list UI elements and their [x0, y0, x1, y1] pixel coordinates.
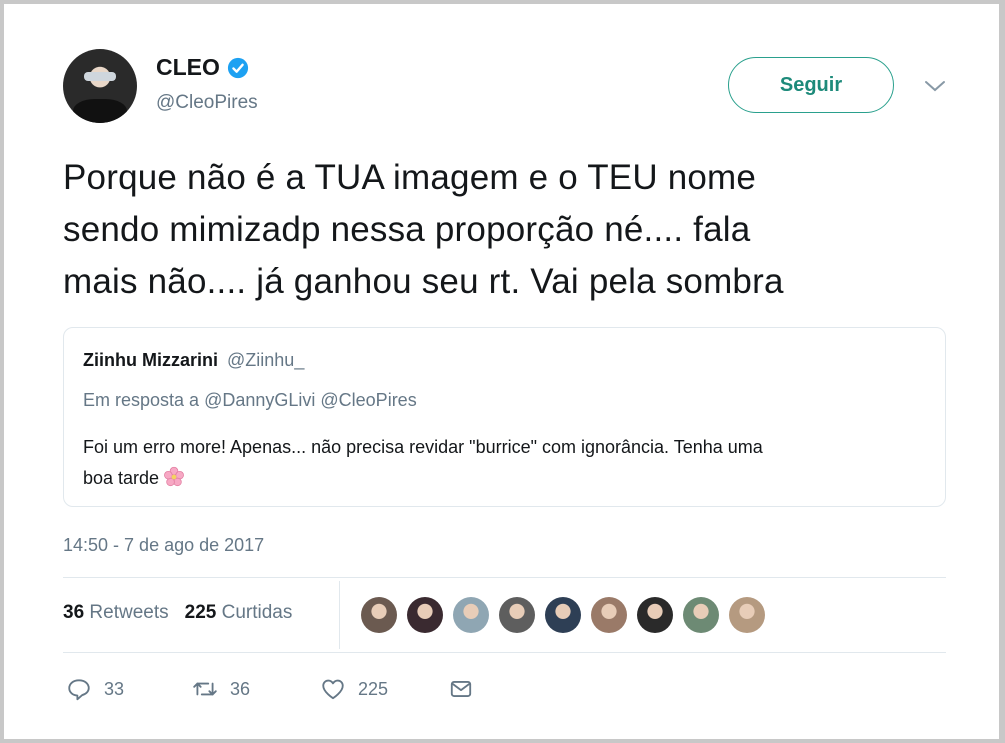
- retweets-label: Retweets: [89, 602, 169, 623]
- author-handle[interactable]: @CleoPires: [156, 92, 258, 114]
- stats-divider: [339, 581, 340, 649]
- liker-avatar[interactable]: [545, 597, 581, 633]
- quoted-author-name: Ziinhu Mizzarini: [83, 350, 218, 370]
- quoted-text-line-2: boa tarde: [83, 463, 933, 494]
- liker-avatar[interactable]: [637, 597, 673, 633]
- reply-button[interactable]: 33: [66, 676, 192, 702]
- quoted-text-line: Foi um erro more! Apenas... não precisa …: [83, 437, 763, 457]
- author-avatar[interactable]: [63, 49, 137, 123]
- liker-avatars: [361, 597, 765, 633]
- tweet-text-line: sendo mimizadp nessa proporção né.... fa…: [63, 210, 751, 249]
- quoted-text-line: boa tarde: [83, 468, 160, 488]
- quoted-tweet[interactable]: Ziinhu Mizzarini @Ziinhu_ Em resposta a …: [63, 327, 946, 507]
- liker-avatar[interactable]: [499, 597, 535, 633]
- tweet-card: CLEO @CleoPires Seguir Porque não é a TU…: [4, 4, 999, 739]
- direct-message-button[interactable]: [448, 676, 474, 702]
- retweet-button[interactable]: 36: [192, 676, 320, 702]
- likes-label: Curtidas: [221, 602, 293, 623]
- author-name[interactable]: CLEO: [156, 54, 220, 81]
- quoted-text: Foi um erro more! Apenas... não precisa …: [83, 432, 933, 494]
- reply-count: 33: [104, 678, 125, 699]
- like-button[interactable]: 225: [320, 676, 448, 702]
- retweet-icon: [193, 682, 217, 696]
- liker-avatar[interactable]: [453, 597, 489, 633]
- tweet-text: Porque não é a TUA imagem e o TEU nome s…: [63, 152, 943, 308]
- retweets-stat[interactable]: 36 Retweets: [63, 602, 169, 623]
- reply-icon: [68, 679, 90, 701]
- tweet-timestamp[interactable]: 14:50 - 7 de ago de 2017: [63, 535, 264, 556]
- avatar-sunglasses: [84, 72, 116, 81]
- tweet-actions: 33 36 225: [66, 676, 474, 702]
- quoted-author-handle: @Ziinhu_: [227, 350, 305, 370]
- engagement-stats: 36 Retweets 225 Curtidas: [63, 602, 292, 624]
- divider: [63, 652, 946, 653]
- verified-icon: [227, 57, 248, 78]
- quoted-reply-context: Em resposta a @DannyGLivi @CleoPires: [83, 390, 417, 411]
- tweet-text-line: mais não.... já ganhou seu rt. Vai pela …: [63, 262, 784, 301]
- retweets-count: 36: [63, 602, 85, 623]
- likes-count: 225: [184, 602, 217, 623]
- heart-icon: [322, 679, 344, 700]
- liker-avatar[interactable]: [591, 597, 627, 633]
- avatar-body: [73, 99, 127, 123]
- like-count: 225: [358, 678, 389, 699]
- divider: [63, 577, 946, 578]
- liker-avatar[interactable]: [361, 597, 397, 633]
- envelope-icon: [450, 681, 472, 697]
- cherry-blossom-icon: [164, 466, 184, 487]
- quoted-author: Ziinhu Mizzarini @Ziinhu_: [83, 350, 304, 371]
- likes-stat[interactable]: 225 Curtidas: [185, 602, 293, 623]
- liker-avatar[interactable]: [729, 597, 765, 633]
- follow-button[interactable]: Seguir: [728, 57, 894, 113]
- reply-to-handles[interactable]: @DannyGLivi @CleoPires: [204, 390, 417, 410]
- author-name-row: CLEO: [156, 54, 249, 81]
- retweet-count: 36: [230, 678, 251, 699]
- liker-avatar[interactable]: [407, 597, 443, 633]
- reply-prefix: Em resposta a: [83, 390, 200, 410]
- liker-avatar[interactable]: [683, 597, 719, 633]
- chevron-down-icon[interactable]: [923, 77, 947, 95]
- tweet-text-line: Porque não é a TUA imagem e o TEU nome: [63, 158, 757, 197]
